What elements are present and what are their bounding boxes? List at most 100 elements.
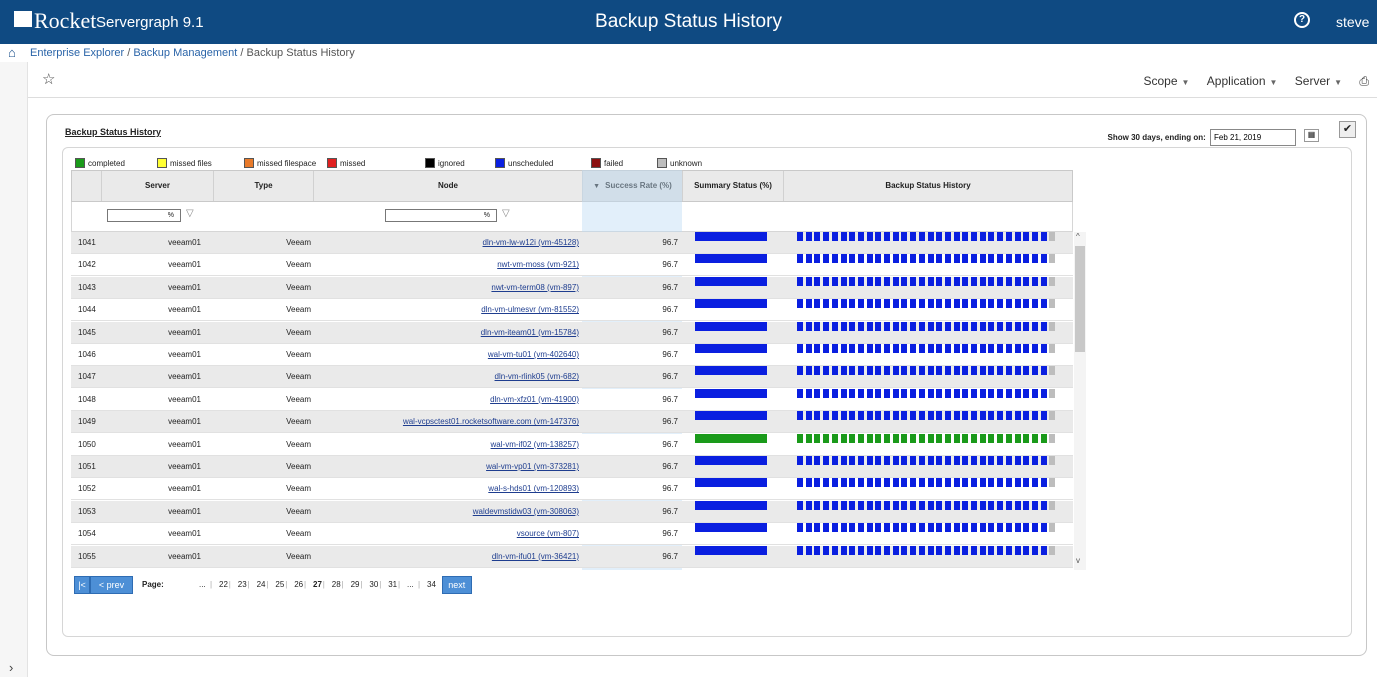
history-day-cell[interactable] [962,299,969,309]
export-icon[interactable]: ⎙ [1359,74,1369,88]
history-day-cell[interactable] [971,388,977,398]
history-day-cell[interactable] [988,366,995,376]
history-day-cell[interactable] [979,276,986,286]
history-day-cell[interactable] [979,254,986,264]
home-icon[interactable]: ⌂ [8,44,16,62]
history-day-cell[interactable] [918,456,925,465]
history-day-cell[interactable] [1014,500,1021,510]
history-day-cell[interactable] [971,254,977,264]
history-day-cell[interactable] [831,433,838,443]
history-day-cell[interactable] [1014,478,1021,488]
history-day-cell[interactable] [953,299,960,309]
history-day-cell[interactable] [918,388,925,398]
history-day-cell[interactable] [831,321,838,331]
history-day-cell[interactable] [953,254,960,264]
history-day-cell[interactable] [962,523,969,533]
breadcrumb-backup-management[interactable]: Backup Management [133,47,237,59]
history-day-cell[interactable] [1049,433,1056,443]
history-day-cell[interactable] [979,388,986,398]
table-row[interactable]: 1046 veeam01 Veeam wal-vm-tu01 (vm-402640) 9… [71,344,1073,366]
history-day-cell[interactable] [997,299,1004,309]
history-day-cell[interactable] [857,478,864,488]
history-day-cell[interactable] [857,344,864,353]
history-day-cell[interactable] [1049,500,1056,510]
history-day-cell[interactable] [849,254,856,264]
page-link-25[interactable]: 25 [275,580,284,589]
history-day-cell[interactable] [910,478,917,488]
history-day-cell[interactable] [971,366,977,376]
history-day-cell[interactable] [892,254,899,264]
table-row[interactable]: 1041 veeam01 Veeam dln-vm-lw-w12i (vm-45128… [71,232,1073,254]
history-day-cell[interactable] [1023,344,1030,353]
next-page-button[interactable]: next [441,576,472,594]
page-link-30[interactable]: 30 [369,580,378,589]
history-day-cell[interactable] [892,500,899,510]
history-day-cell[interactable] [857,545,864,555]
history-day-cell[interactable] [971,411,977,421]
history-day-cell[interactable] [849,276,856,286]
history-day-cell[interactable] [1014,456,1021,465]
history-day-cell[interactable] [997,411,1004,421]
history-day-cell[interactable] [979,523,986,533]
history-day-cell[interactable] [901,545,908,555]
history-day-cell[interactable] [866,232,873,241]
history-day-cell[interactable] [901,433,908,443]
history-day-cell[interactable] [814,366,821,376]
history-day-cell[interactable] [849,456,856,465]
history-day-cell[interactable] [1040,299,1047,309]
history-day-cell[interactable] [831,545,838,555]
history-day-cell[interactable] [814,456,821,465]
history-day-cell[interactable] [823,523,830,533]
history-day-cell[interactable] [840,276,847,286]
history-day-cell[interactable] [814,523,821,533]
history-day-cell[interactable] [962,456,969,465]
history-day-cell[interactable] [857,254,864,264]
history-day-cell[interactable] [840,433,847,443]
history-day-cell[interactable] [979,344,986,353]
favorite-star-icon[interactable]: ☆ [42,70,55,88]
history-day-cell[interactable] [875,254,882,264]
history-day-cell[interactable] [866,500,873,510]
page-link-27[interactable]: 27 [313,580,322,589]
history-day-cell[interactable] [1031,299,1038,309]
history-day-cell[interactable] [910,232,917,241]
history-day-cell[interactable] [1040,232,1047,241]
history-day-cell[interactable] [944,433,951,443]
history-day-cell[interactable] [988,299,995,309]
history-day-cell[interactable] [927,433,934,443]
history-day-cell[interactable] [1014,299,1021,309]
history-day-cell[interactable] [840,500,847,510]
history-day-cell[interactable] [857,433,864,443]
history-day-cell[interactable] [805,366,812,376]
history-day-cell[interactable] [849,500,856,510]
history-day-cell[interactable] [944,344,951,353]
history-day-cell[interactable] [831,276,838,286]
history-day-cell[interactable] [918,433,925,443]
history-day-cell[interactable] [1014,411,1021,421]
history-day-cell[interactable] [936,276,943,286]
history-day-cell[interactable] [979,232,986,241]
history-day-cell[interactable] [823,366,830,376]
history-day-cell[interactable] [892,523,899,533]
history-day-cell[interactable] [849,366,856,376]
history-day-cell[interactable] [875,545,882,555]
history-day-cell[interactable] [1014,232,1021,241]
history-day-cell[interactable] [1014,276,1021,286]
history-day-cell[interactable] [910,411,917,421]
node-filter-input[interactable]: % [385,209,497,222]
history-day-cell[interactable] [814,388,821,398]
history-day-cell[interactable] [918,545,925,555]
history-day-cell[interactable] [797,299,803,309]
history-day-cell[interactable] [936,232,943,241]
history-day-cell[interactable] [1005,545,1012,555]
history-day-cell[interactable] [936,299,943,309]
history-day-cell[interactable] [875,500,882,510]
history-day-cell[interactable] [944,276,951,286]
history-day-cell[interactable] [1023,388,1030,398]
history-day-cell[interactable] [1031,232,1038,241]
history-day-cell[interactable] [849,388,856,398]
history-day-cell[interactable] [805,500,812,510]
history-day-cell[interactable] [971,545,977,555]
page-link-31[interactable]: 31 [388,580,397,589]
page-link-26[interactable]: 26 [294,580,303,589]
